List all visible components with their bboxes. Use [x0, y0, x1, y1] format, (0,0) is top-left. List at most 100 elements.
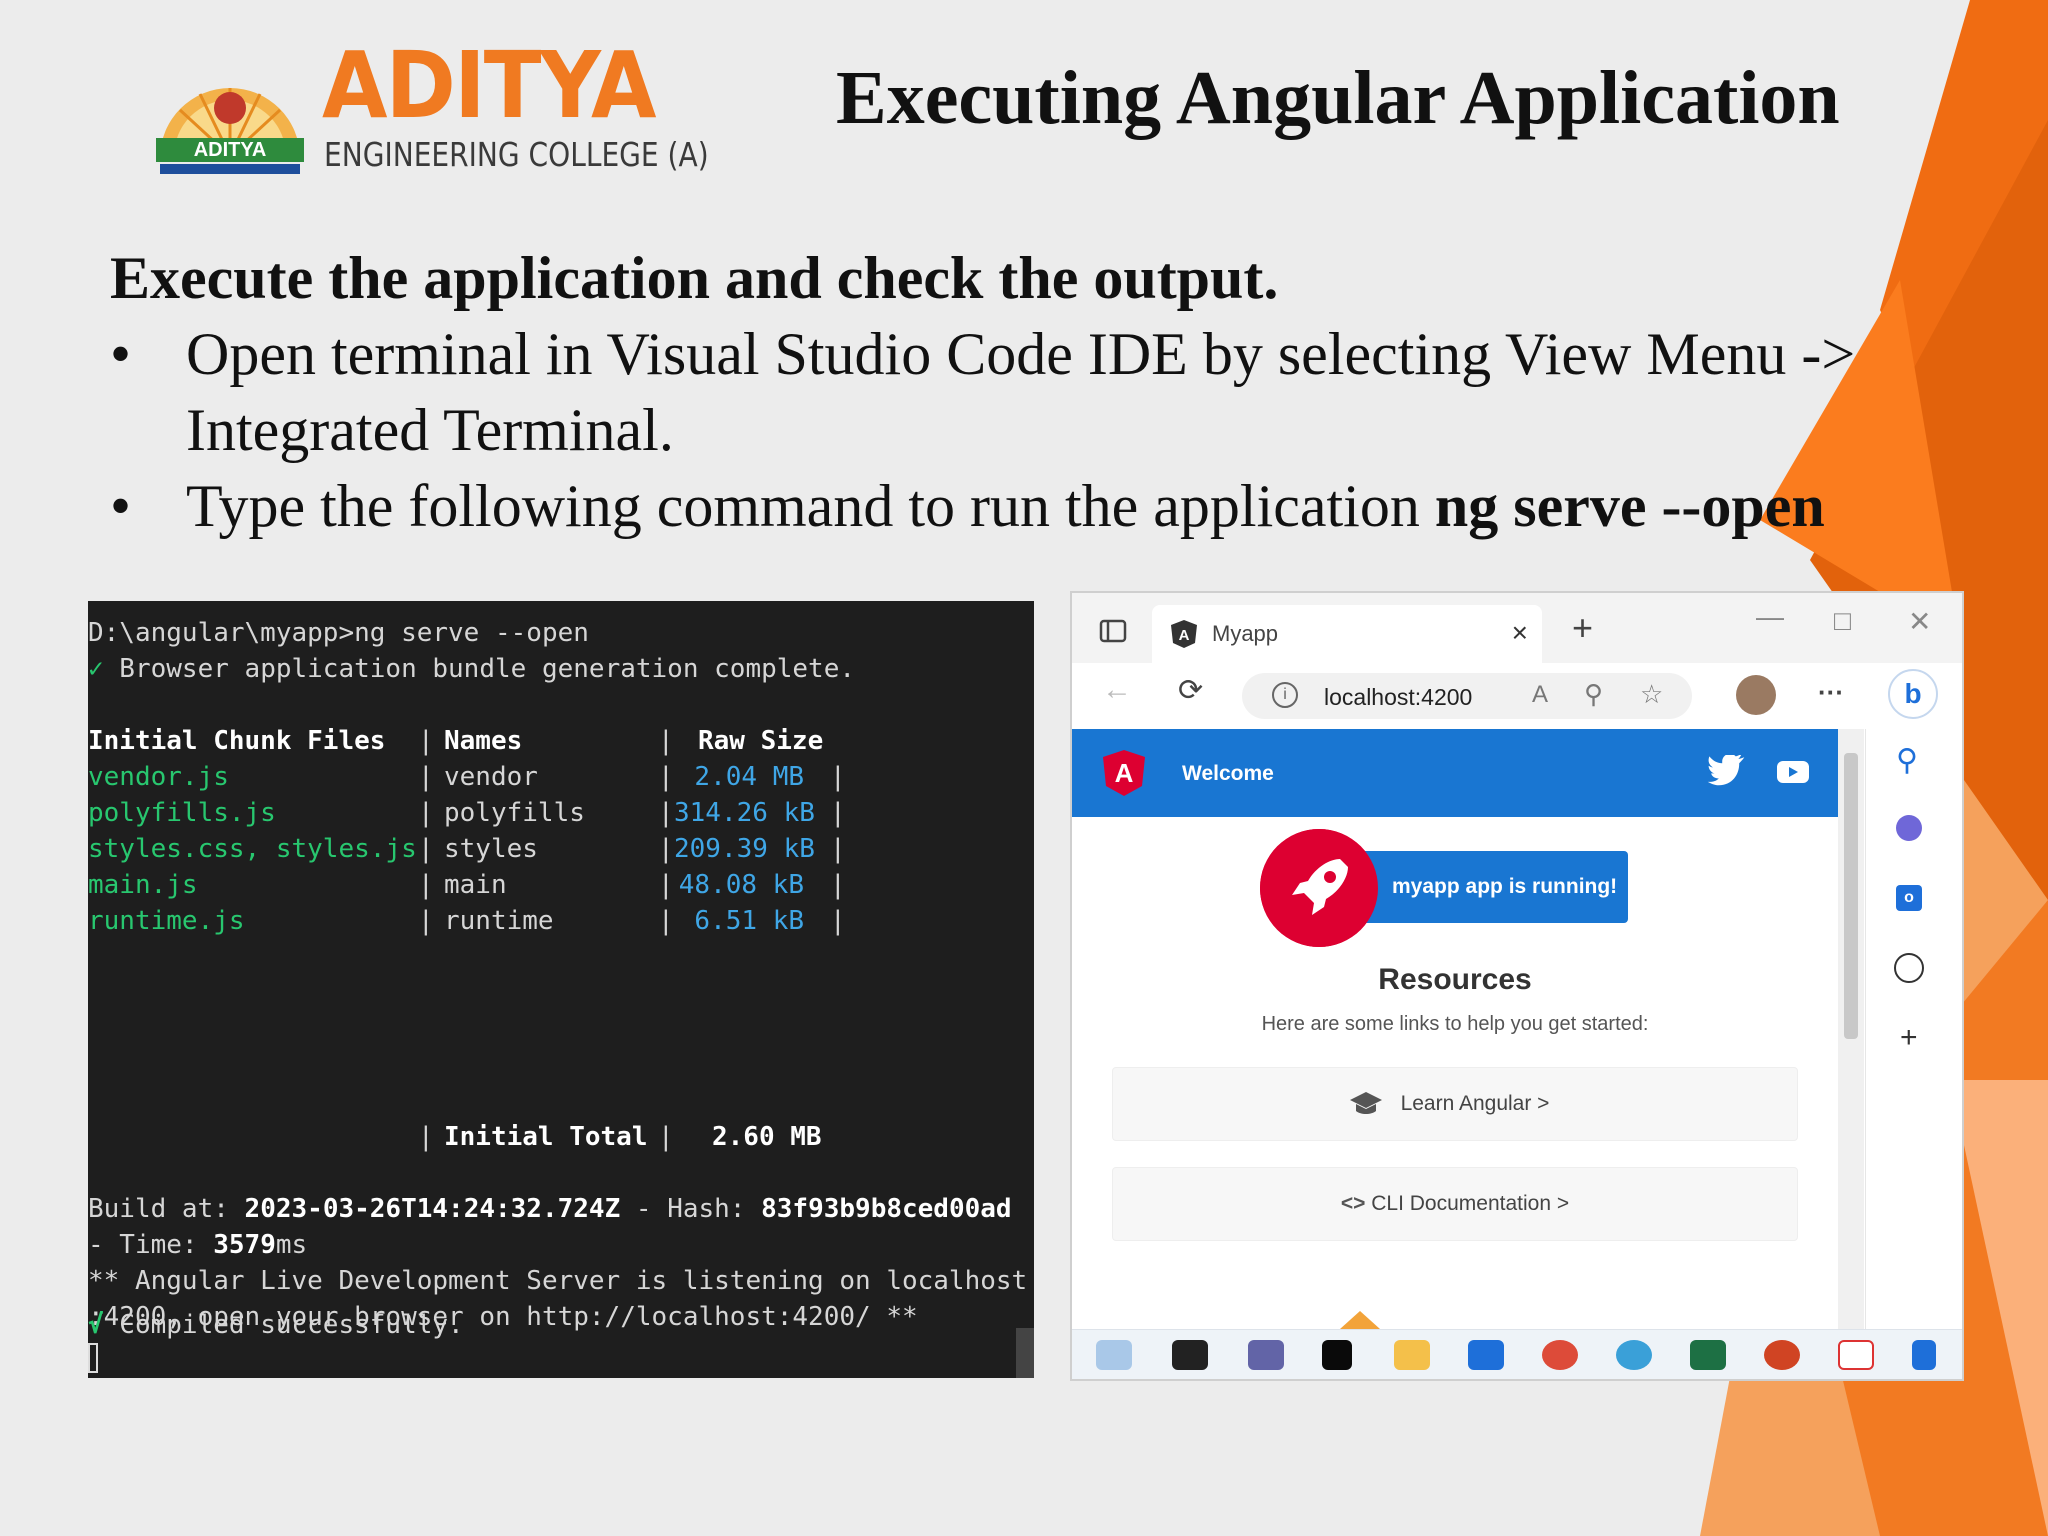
vscode-icon[interactable] [1912, 1340, 1936, 1370]
refresh-icon[interactable]: ⟳ [1178, 673, 1203, 708]
column-separator: | [830, 834, 846, 864]
total-value: 2.60 MB [712, 1122, 822, 1152]
site-info-icon[interactable]: i [1272, 682, 1298, 708]
svg-text:A: A [1179, 627, 1190, 644]
column-separator: | [830, 798, 846, 828]
feedback-icon[interactable] [1894, 953, 1924, 983]
chunk-file: styles.css, styles.js [88, 834, 417, 864]
new-tab-button[interactable]: + [1572, 607, 1593, 649]
bullet-item: • Type the following command to run the … [110, 468, 1855, 544]
chunk-name: main [444, 870, 507, 900]
chunk-name: vendor [444, 762, 538, 792]
file-explorer-icon[interactable] [1394, 1340, 1430, 1370]
task-view-icon[interactable] [1172, 1340, 1208, 1370]
browser-screenshot: A Myapp × + — □ ✕ ← ⟳ i localhost:4200 A… [1070, 591, 1964, 1381]
edge-sidebar: ⚲ o + [1865, 729, 1962, 1329]
angular-logo-icon: A [1103, 750, 1145, 796]
page-partial-shape [1340, 1311, 1380, 1329]
column-separator: | [418, 906, 434, 936]
maximize-icon[interactable]: □ [1834, 605, 1851, 637]
outlook-icon[interactable]: o [1896, 885, 1922, 911]
terminal-scrollbar [1016, 1328, 1034, 1378]
snipping-tool-icon[interactable] [1838, 1340, 1874, 1370]
terminal-screenshot: D:\angular\myapp>ng serve --open ✓ Brows… [88, 601, 1034, 1378]
college-logo: ADITYA ADITYA ENGINEERING COLLEGE (A) [150, 32, 709, 188]
welcome-text: Welcome [1182, 762, 1274, 785]
chunk-size: 48.08 kB [678, 870, 804, 900]
command-text: ng serve --open [1434, 473, 1825, 539]
running-text: myapp app is running! [1392, 875, 1618, 898]
terminal-cursor [88, 1343, 98, 1373]
rocket-circle [1260, 829, 1378, 947]
chunk-file: polyfills.js [88, 798, 276, 828]
slide-title: Executing Angular Application [836, 56, 1840, 140]
column-separator: | [830, 762, 846, 792]
more-icon[interactable]: ··· [1818, 677, 1844, 708]
tab-actions-icon[interactable] [1098, 617, 1128, 647]
time-line: - Time: 3579ms [88, 1230, 308, 1260]
rocket-icon [1292, 859, 1348, 915]
chunk-size: 6.51 kB [694, 906, 804, 936]
read-aloud-icon[interactable]: A [1532, 681, 1548, 709]
search-icon[interactable]: ⚲ [1896, 743, 1918, 778]
mail-icon[interactable] [1468, 1340, 1504, 1370]
bullet-text: Integrated Terminal. [186, 397, 674, 463]
cli-docs-label: <> CLI Documentation > [1340, 1192, 1570, 1215]
chunk-size: 314.26 kB [674, 798, 815, 828]
college-subtitle: ENGINEERING COLLEGE (A) [324, 135, 709, 174]
bing-icon[interactable]: b [1888, 669, 1938, 719]
column-separator: | [658, 906, 674, 936]
column-separator: | [418, 1122, 434, 1152]
compiled-line: √ Compiled successfully. [88, 1310, 464, 1340]
favorite-icon[interactable]: ☆ [1640, 679, 1663, 710]
avatar[interactable] [1736, 675, 1776, 715]
angular-toolbar: A Welcome [1072, 729, 1838, 817]
minimize-icon[interactable]: — [1756, 601, 1784, 633]
back-icon[interactable]: ← [1102, 673, 1132, 707]
url-field[interactable]: i localhost:4200 A ⚲ ☆ [1242, 673, 1692, 719]
bullet-text: Open terminal in Visual Studio Code IDE … [186, 321, 1856, 387]
copilot-icon[interactable] [1896, 815, 1922, 841]
address-bar: ← ⟳ i localhost:4200 A ⚲ ☆ ··· b [1072, 663, 1962, 729]
zoom-out-icon[interactable]: ⚲ [1584, 679, 1603, 710]
column-separator: | [418, 798, 434, 828]
column-separator: | [830, 870, 846, 900]
learn-angular-label: Learn Angular > [1400, 1092, 1550, 1115]
chunk-name: polyfills [444, 798, 585, 828]
add-sidebar-icon[interactable]: + [1900, 1021, 1918, 1055]
total-label: Initial Total [444, 1122, 648, 1152]
chunk-file: vendor.js [88, 762, 229, 792]
column-separator: | [830, 906, 846, 936]
powerpoint-icon[interactable] [1764, 1340, 1800, 1370]
check-icon: √ [88, 1310, 104, 1340]
resources-subtitle: Here are some links to help you get star… [1261, 1013, 1649, 1035]
column-separator: | [658, 762, 674, 792]
build-line: Build at: 2023-03-26T14:24:32.724Z - Has… [88, 1194, 1012, 1224]
edge-icon[interactable] [1616, 1340, 1652, 1370]
twitter-icon[interactable] [1706, 755, 1746, 789]
cli-docs-card[interactable]: <> CLI Documentation > [1112, 1167, 1798, 1241]
widgets-icon[interactable] [1096, 1340, 1132, 1370]
excel-icon[interactable] [1690, 1340, 1726, 1370]
dropbox-icon[interactable] [1322, 1340, 1352, 1370]
learn-angular-card[interactable]: Learn Angular > [1112, 1067, 1798, 1141]
college-name: ADITYA [322, 32, 656, 139]
column-separator: | [658, 1122, 674, 1152]
teams-icon[interactable] [1248, 1340, 1284, 1370]
chunk-size: 2.04 MB [694, 762, 804, 792]
youtube-icon[interactable] [1776, 759, 1810, 785]
close-tab-icon[interactable]: × [1512, 617, 1528, 649]
svg-text:ADITYA: ADITYA [194, 139, 267, 161]
column-separator: | [658, 726, 674, 756]
page-scrollbar[interactable] [1838, 729, 1864, 1329]
resources-heading: Resources [1378, 963, 1532, 996]
chunk-file: runtime.js [88, 906, 245, 936]
scroll-thumb[interactable] [1844, 753, 1858, 1039]
column-separator: | [658, 798, 674, 828]
column-separator: | [418, 726, 434, 756]
browser-tab[interactable]: A Myapp × [1152, 605, 1542, 663]
header-files: Initial Chunk Files [88, 726, 386, 756]
bullet-marker: • [110, 321, 132, 387]
close-window-icon[interactable]: ✕ [1908, 605, 1931, 638]
chrome-icon[interactable] [1542, 1340, 1578, 1370]
